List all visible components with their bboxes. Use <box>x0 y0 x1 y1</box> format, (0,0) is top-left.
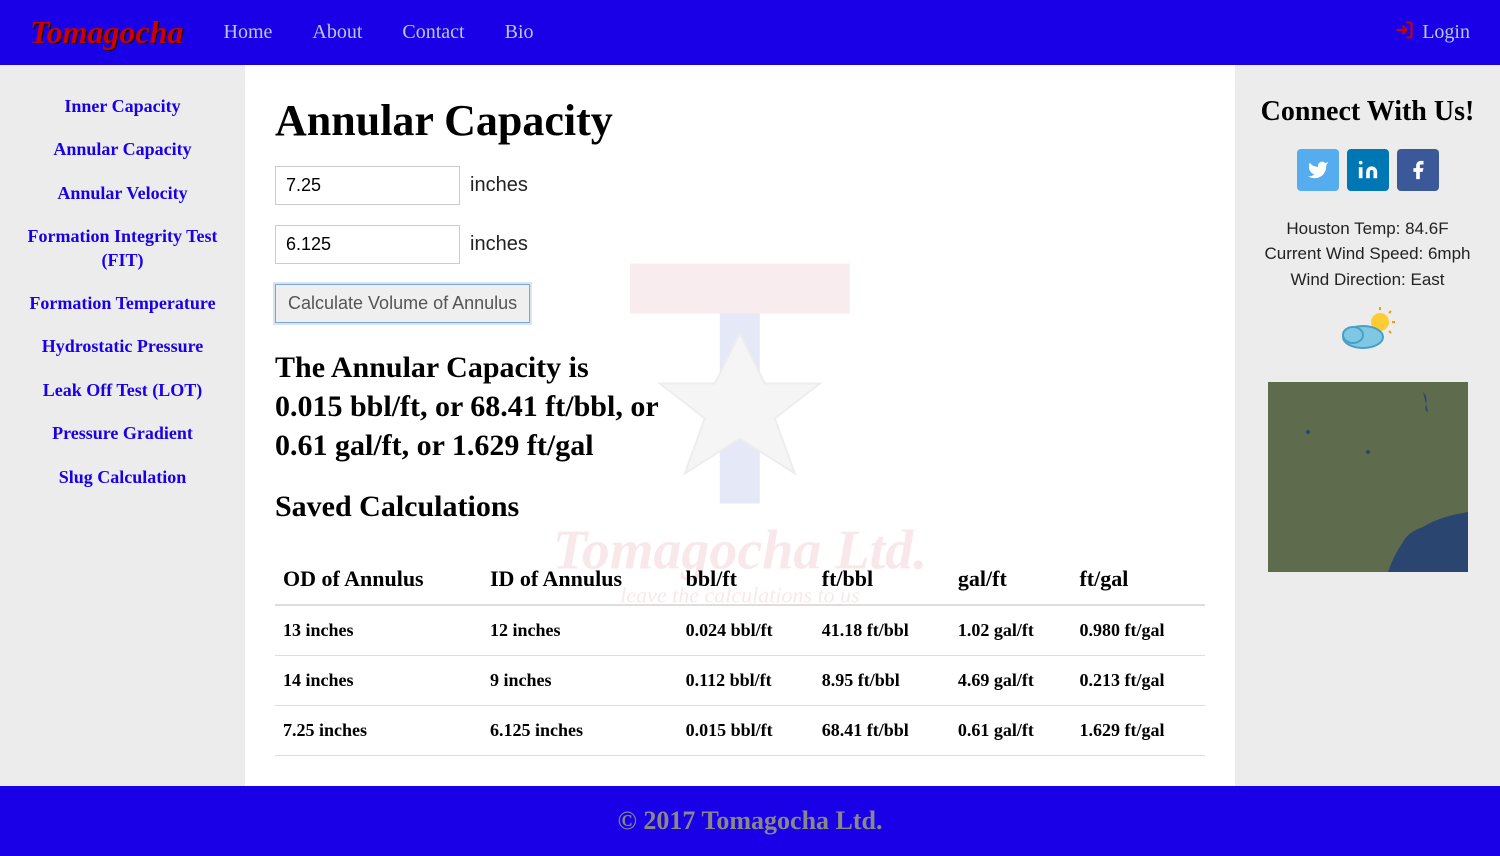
saved-title: Saved Calculations <box>275 490 1205 524</box>
th-ftgal: ft/gal <box>1071 554 1205 605</box>
result-line2: 0.015 bbl/ft, or 68.41 ft/bbl, or <box>275 387 1205 426</box>
result-line1: The Annular Capacity is <box>275 348 1205 387</box>
th-bblft: bbl/ft <box>678 554 814 605</box>
table-row: 7.25 inches 6.125 inches 0.015 bbl/ft 68… <box>275 706 1205 756</box>
sidebar-inner-capacity[interactable]: Inner Capacity <box>10 95 235 118</box>
brand-logo[interactable]: Tomagocha <box>30 14 184 51</box>
map-widget[interactable] <box>1268 382 1468 572</box>
input-row-od: inches <box>275 166 1205 205</box>
th-od: OD of Annulus <box>275 554 482 605</box>
od-label: inches <box>470 174 528 197</box>
nav-bio[interactable]: Bio <box>505 21 534 44</box>
th-ftbbl: ft/bbl <box>814 554 950 605</box>
connect-title: Connect With Us! <box>1250 95 1485 129</box>
od-input[interactable] <box>275 166 460 205</box>
footer-text: © 2017 Tomagocha Ltd. <box>20 806 1480 836</box>
sidebar-lot[interactable]: Leak Off Test (LOT) <box>10 379 235 402</box>
table-row: 14 inches 9 inches 0.112 bbl/ft 8.95 ft/… <box>275 656 1205 706</box>
page-title: Annular Capacity <box>275 95 1205 146</box>
sidebar-pressure-gradient[interactable]: Pressure Gradient <box>10 422 235 445</box>
result-text: The Annular Capacity is 0.015 bbl/ft, or… <box>275 348 1205 465</box>
table-header-row: OD of Annulus ID of Annulus bbl/ft ft/bb… <box>275 554 1205 605</box>
weather-icon <box>1338 307 1398 352</box>
nav-contact[interactable]: Contact <box>402 21 464 44</box>
sidebar-formation-temp[interactable]: Formation Temperature <box>10 292 235 315</box>
sidebar-fit[interactable]: Formation Integrity Test (FIT) <box>10 225 235 272</box>
calculate-button[interactable]: Calculate Volume of Annulus <box>275 284 530 323</box>
result-line3: 0.61 gal/ft, or 1.629 ft/gal <box>275 426 1205 465</box>
weather-wind: Current Wind Speed: 6mph <box>1250 241 1485 267</box>
main-content: Tomagocha Ltd. leave the calculations to… <box>245 65 1235 786</box>
login-label: Login <box>1422 21 1470 44</box>
twitter-icon[interactable] <box>1297 149 1339 191</box>
th-id: ID of Annulus <box>482 554 678 605</box>
sidebar-annular-capacity[interactable]: Annular Capacity <box>10 138 235 161</box>
sidebar-hydrostatic[interactable]: Hydrostatic Pressure <box>10 335 235 358</box>
sidebar-annular-velocity[interactable]: Annular Velocity <box>10 182 235 205</box>
sidebar: Inner Capacity Annular Capacity Annular … <box>0 65 245 786</box>
right-panel: Connect With Us! Houston Temp: 84.6F Cur… <box>1235 65 1500 786</box>
weather-dir: Wind Direction: East <box>1250 267 1485 293</box>
login-icon <box>1394 20 1414 45</box>
id-input[interactable] <box>275 225 460 264</box>
nav-about[interactable]: About <box>312 21 362 44</box>
input-row-id: inches <box>275 225 1205 264</box>
footer: © 2017 Tomagocha Ltd. <box>0 786 1500 856</box>
weather-temp: Houston Temp: 84.6F <box>1250 216 1485 242</box>
th-galft: gal/ft <box>950 554 1072 605</box>
linkedin-icon[interactable] <box>1347 149 1389 191</box>
id-label: inches <box>470 233 528 256</box>
header: Tomagocha Home About Contact Bio Login <box>0 0 1500 65</box>
saved-table: OD of Annulus ID of Annulus bbl/ft ft/bb… <box>275 554 1205 756</box>
nav-links: Home About Contact Bio <box>224 21 1395 44</box>
table-row: 13 inches 12 inches 0.024 bbl/ft 41.18 f… <box>275 605 1205 656</box>
social-row <box>1250 149 1485 191</box>
login-link[interactable]: Login <box>1394 20 1470 45</box>
weather-info: Houston Temp: 84.6F Current Wind Speed: … <box>1250 216 1485 293</box>
sidebar-slug[interactable]: Slug Calculation <box>10 466 235 489</box>
facebook-icon[interactable] <box>1397 149 1439 191</box>
nav-home[interactable]: Home <box>224 21 273 44</box>
